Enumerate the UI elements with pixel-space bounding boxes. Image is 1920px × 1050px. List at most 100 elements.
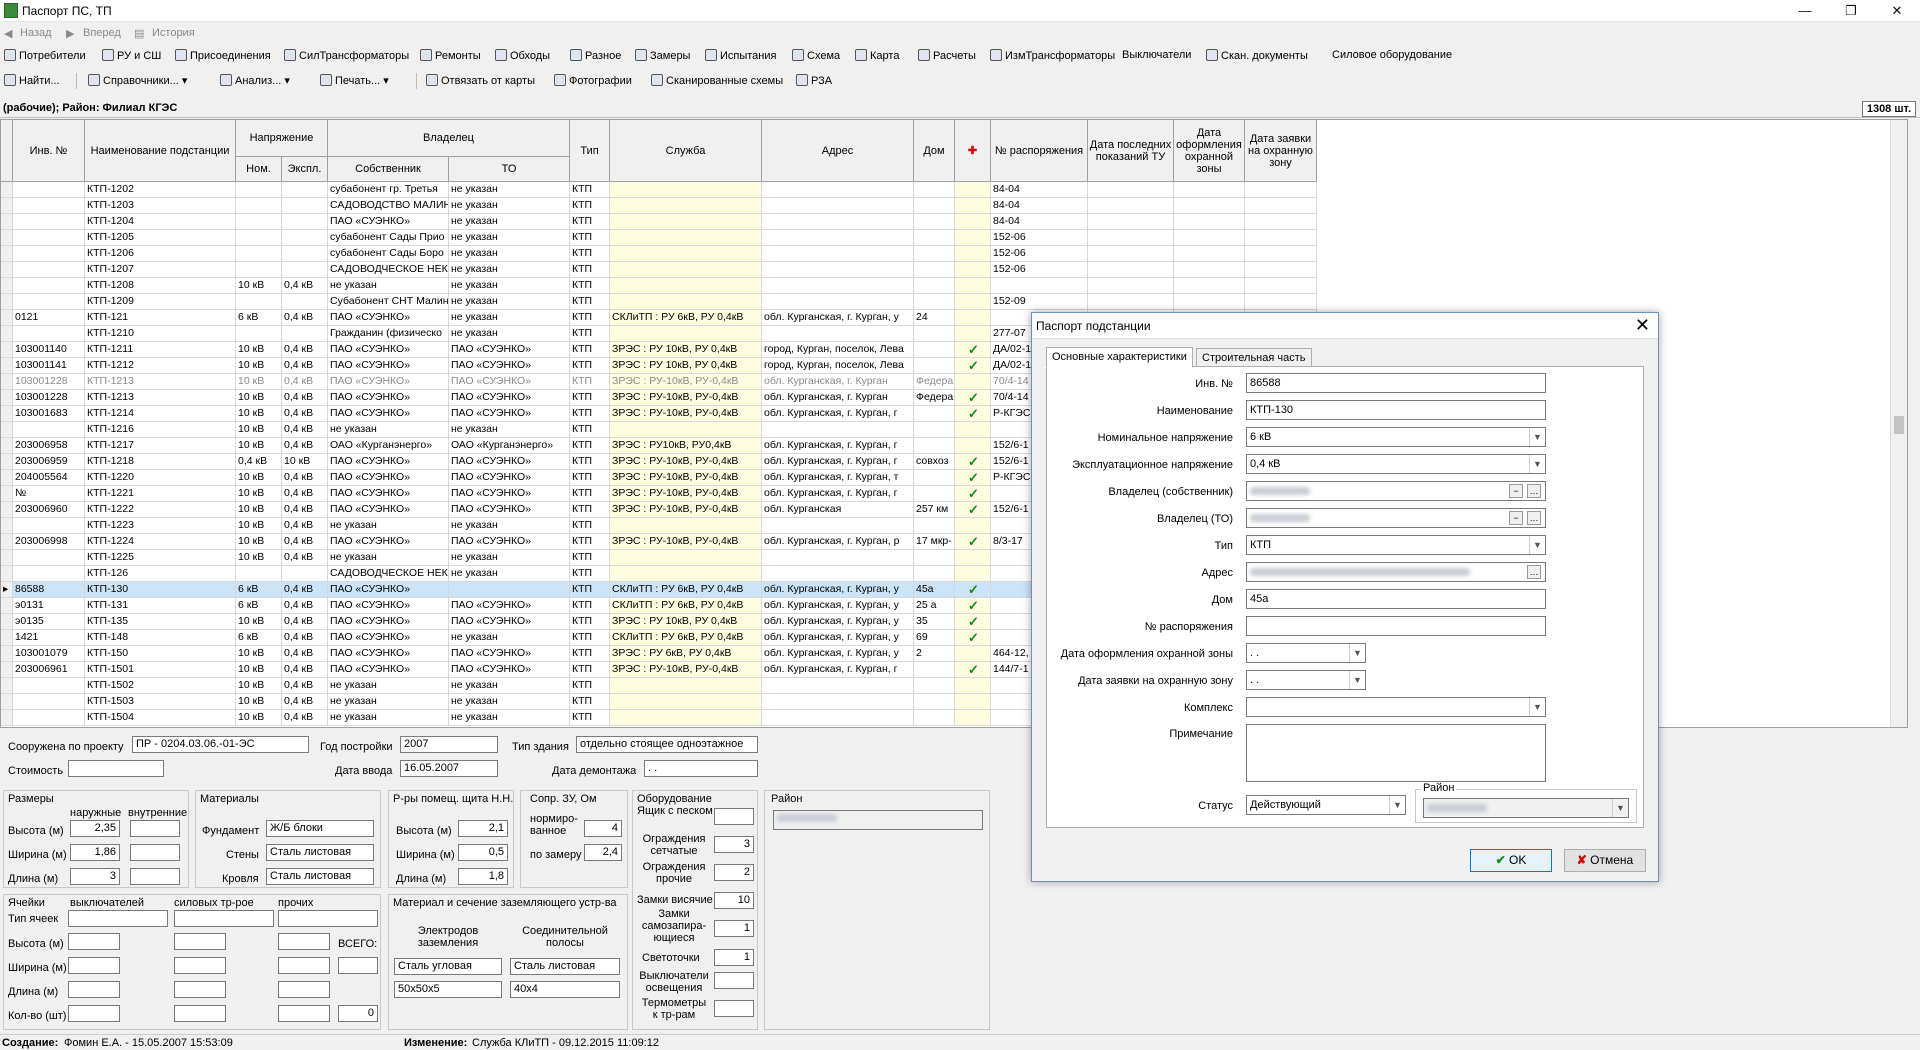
cell-w-breakers[interactable] [68,957,120,974]
grid-scrollbar[interactable] [1890,120,1907,727]
row-indicator[interactable] [1,630,13,646]
header-inv[interactable]: Инв. № [13,120,85,182]
complex-select[interactable]: ▼ [1246,697,1546,717]
row-indicator[interactable] [1,406,13,422]
browse-owner-to-button[interactable]: … [1527,511,1541,525]
row-indicator[interactable] [1,182,13,198]
ok-button[interactable]: ✔ OK [1470,849,1552,872]
header-order[interactable]: № распоряжения [991,120,1088,182]
other-fence-field[interactable]: 2 [714,864,754,881]
locks-field[interactable]: 10 [714,892,754,909]
normalized-field[interactable]: 4 [584,820,622,837]
find-button[interactable]: Найти... [4,74,60,87]
print-button[interactable]: Печать... ▾ [320,74,389,87]
cell-h-other[interactable] [278,933,330,950]
table-row[interactable]: КТП-1205 субабонент Сады Прио не указан КТП… [1,230,1317,246]
walls-field[interactable]: Сталь листовая [266,844,374,861]
tb-map[interactable]: Карта [855,49,899,62]
order-field[interactable] [1246,616,1546,636]
type-select[interactable]: КТП ▼ [1246,535,1546,555]
qty-breakers[interactable] [68,1005,120,1022]
dialog-region-select[interactable]: ▼ [1423,798,1629,818]
lights-field[interactable]: 1 [714,949,754,966]
scroll-thumb[interactable] [1894,416,1904,434]
electrode-size-field[interactable]: 50x50x5 [394,981,502,998]
house-field[interactable]: 45а [1246,589,1546,609]
cell-l-other[interactable] [278,981,330,998]
tb-misc[interactable]: Разное [570,49,621,62]
row-indicator[interactable] [1,422,13,438]
row-indicator[interactable] [1,326,13,342]
cell-h-trans[interactable] [174,933,226,950]
header-name[interactable]: Наименование подстанции [85,120,236,182]
unbind-button[interactable]: Отвязать от карты [426,74,535,87]
row-indicator[interactable] [1,614,13,630]
tab-main[interactable]: Основные характеристики [1046,347,1193,368]
tb-power-trans[interactable]: СилТрансформаторы [284,49,409,62]
header-nom[interactable]: Ном. [236,157,282,182]
selflocks-field[interactable]: 1 [714,920,754,937]
tb-ru[interactable]: РУ и СШ [102,49,161,62]
tb-calc[interactable]: Расчеты [918,49,976,62]
cell-w-trans[interactable] [174,957,226,974]
rza-button[interactable]: РЗА [796,74,832,87]
chevron-down-icon[interactable]: ▼ [1389,796,1405,814]
row-indicator[interactable] [1,486,13,502]
row-indicator[interactable] [1,518,13,534]
tb-rounds[interactable]: Обходы [495,49,550,62]
tb-scan-docs[interactable]: Скан. документы [1206,49,1308,62]
shield-height-field[interactable]: 2,1 [458,820,508,837]
row-indicator[interactable] [1,550,13,566]
clear-owner-button[interactable]: − [1509,484,1523,498]
height-outer-field[interactable]: 2,35 [70,820,120,837]
history-button[interactable]: История [152,27,195,39]
row-indicator[interactable]: ▸ [1,582,13,598]
region-field[interactable] [773,810,983,830]
header-expl[interactable]: Экспл. [282,157,328,182]
width-outer-field[interactable]: 1,86 [70,844,120,861]
year-field[interactable]: 2007 [400,736,498,753]
row-indicator[interactable] [1,470,13,486]
maximize-button[interactable]: ❐ [1828,0,1874,22]
table-row[interactable]: КТП-1209 Субабонент СНТ Малин не указан КТП… [1,294,1317,310]
shield-width-field[interactable]: 0,5 [458,844,508,861]
chevron-down-icon[interactable]: ▼ [1529,428,1545,446]
nom-voltage-select[interactable]: 6 кВ ▼ [1246,427,1546,447]
cancel-button[interactable]: ✘ Отмена [1564,849,1646,872]
table-row[interactable]: КТП-1206 субабонент Сады Боро не указан КТП… [1,246,1317,262]
tb-repairs[interactable]: Ремонты [420,49,481,62]
cost-field[interactable] [68,760,164,777]
row-indicator[interactable] [1,390,13,406]
minimize-button[interactable]: — [1782,0,1828,22]
tb-scheme[interactable]: Схема [792,49,840,62]
header-date-tu[interactable]: Дата последних показаний ТУ [1088,120,1174,182]
header-type[interactable]: Тип [570,120,610,182]
row-indicator[interactable] [1,230,13,246]
back-button[interactable]: Назад [20,27,52,39]
cell-h-breakers[interactable] [68,933,120,950]
table-row[interactable]: КТП-1203 САДОВОДСТВО МАЛИН не указан КТП 84-… [1,198,1317,214]
shield-length-field[interactable]: 1,8 [458,868,508,885]
cell-l-breakers[interactable] [68,981,120,998]
thermo-field[interactable] [714,1000,754,1017]
tb-breakers[interactable]: Выключатели [1122,49,1191,61]
address-field[interactable]: … [1246,562,1546,582]
row-indicator[interactable] [1,358,13,374]
header-date-req[interactable]: Дата заявки на охранную зону [1245,120,1317,182]
electrode-field[interactable]: Сталь угловая [394,958,502,975]
row-indicator[interactable] [1,374,13,390]
dicts-button[interactable]: Справочники... ▾ [88,74,187,87]
tb-measure-trans[interactable]: ИзмТрансформаторы [990,49,1115,62]
qty-other[interactable] [278,1005,330,1022]
row-indicator[interactable] [1,534,13,550]
table-row[interactable]: КТП-1207 САДОВОДЧЕСКОЕ НЕК не указан КТП 152… [1,262,1317,278]
expl-voltage-select[interactable]: 0,4 кВ ▼ [1246,454,1546,474]
height-inner-field[interactable] [130,820,180,837]
cell-type-breakers[interactable] [68,910,168,927]
header-owner-own[interactable]: Собственник [328,157,449,182]
browse-address-button[interactable]: … [1527,565,1541,579]
cell-l-trans[interactable] [174,981,226,998]
date-in-field[interactable]: 16.05.2007 [400,760,498,777]
table-row[interactable]: КТП-1202 субабонент гр. Третья не указан КТ… [1,182,1317,198]
owner-to-field[interactable]: −… [1246,508,1546,528]
